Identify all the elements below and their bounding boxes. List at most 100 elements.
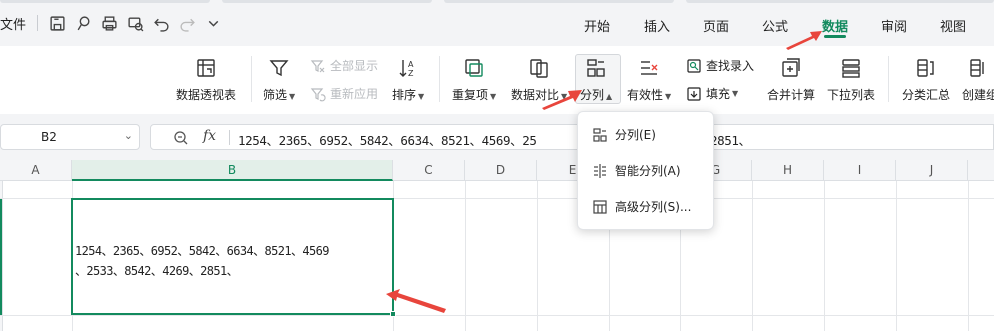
menu-bar: 文件 开始 插入 页面 公式 数据 审阅 视图: [0, 0, 994, 46]
menu-item-split-label: 分列(E): [615, 128, 656, 142]
ribbon-divider: [439, 56, 440, 102]
show-all-label: 全部显示: [330, 59, 379, 73]
chevron-down-icon[interactable]: [203, 13, 223, 33]
duplicates-label: 重复项: [452, 88, 489, 102]
consolidate-button[interactable]: 合并计算: [767, 55, 815, 103]
row-header-selected[interactable]: [0, 199, 3, 316]
find-entry-label: 查找录入: [706, 59, 755, 73]
spreadsheet-grid[interactable]: A B C D E F G H I J 1254、2365、6952、5842、…: [0, 160, 994, 331]
dropdown-list-label: 下拉列表: [827, 88, 876, 102]
svg-text:A: A: [408, 60, 414, 69]
fill-button[interactable]: 填充 ▼: [686, 85, 738, 102]
export-icon[interactable]: [73, 13, 93, 33]
redo-icon[interactable]: [177, 13, 197, 33]
validity-button[interactable]: 有效性 ▼: [627, 55, 671, 103]
save-icon[interactable]: [47, 13, 67, 33]
ribbon-divider: [888, 56, 889, 102]
sort-icon: AZ: [395, 55, 421, 81]
show-all-icon: [310, 59, 325, 72]
column-header-k[interactable]: [968, 160, 994, 181]
validity-label: 有效性: [627, 88, 664, 102]
tab-home[interactable]: 开始: [584, 16, 610, 35]
sort-button[interactable]: AZ 排序 ▼: [392, 55, 424, 103]
filter-button[interactable]: 筛选 ▼: [263, 55, 295, 103]
duplicates-button[interactable]: 重复项 ▼: [452, 55, 496, 103]
create-group-button[interactable]: 创建组: [962, 55, 994, 103]
menu-item-smart-split-label: 智能分列(A): [615, 164, 681, 178]
column-header-c[interactable]: C: [393, 160, 465, 181]
validity-icon: [636, 55, 662, 81]
filter-label: 筛选: [263, 88, 288, 102]
create-group-label: 创建组: [962, 88, 994, 102]
menu-item-advanced-split-label: 高级分列(S)...: [615, 200, 692, 214]
selected-cell-b2[interactable]: 1254、2365、6952、5842、6634、8521、4569 、2533…: [71, 198, 396, 317]
fill-icon: [687, 86, 701, 101]
fill-label: 填充: [706, 87, 731, 101]
column-header-a[interactable]: A: [0, 160, 72, 181]
formula-input[interactable]: fx 1254、2365、6952、5842、6634、8521、4569、25…: [150, 124, 994, 150]
formula-value: 1254、2365、6952、5842、6634、8521、4569、25: [238, 133, 537, 148]
formula-value-tail: 2851、: [710, 133, 751, 148]
split-column-button[interactable]: 分列 ▲: [580, 55, 612, 103]
reapply-label: 重新应用: [330, 87, 379, 101]
subtotal-icon: [913, 55, 939, 81]
name-box-value: B2: [41, 130, 57, 144]
tab-review[interactable]: 审阅: [881, 16, 907, 35]
cell-b2-line1: 1254、2365、6952、5842、6634、8521、4569: [75, 244, 329, 258]
column-header-h[interactable]: H: [752, 160, 824, 181]
reapply-button[interactable]: 重新应用: [310, 85, 378, 102]
grid-line: [537, 181, 538, 331]
pivot-table-label: 数据透视表: [176, 88, 237, 102]
dropdown-list-icon: [838, 55, 864, 81]
menu-item-advanced-split[interactable]: 高级分列(S)...: [592, 198, 691, 215]
pivot-table-button[interactable]: 数据透视表: [176, 55, 236, 103]
consolidate-icon: [778, 55, 804, 81]
tab-data[interactable]: 数据: [822, 16, 848, 38]
tab-view[interactable]: 视图: [940, 16, 966, 35]
zoom-icon[interactable]: [173, 130, 189, 146]
tab-page[interactable]: 页面: [703, 16, 729, 35]
subtotal-label: 分类汇总: [902, 88, 951, 102]
grid-line: [896, 181, 897, 331]
column-header-d[interactable]: D: [465, 160, 537, 181]
fx-icon[interactable]: fx: [203, 128, 216, 144]
find-entry-icon: [687, 58, 701, 73]
reapply-icon: [310, 87, 326, 101]
toolbar-divider: [37, 15, 38, 31]
annotation-arrow-cell: [386, 289, 446, 313]
svg-text:Z: Z: [408, 69, 414, 78]
print-preview-icon[interactable]: [125, 13, 145, 33]
tab-insert[interactable]: 插入: [644, 16, 670, 35]
menu-item-split[interactable]: 分列(E): [592, 126, 656, 143]
grid-line: [968, 181, 969, 331]
dropdown-list-button[interactable]: 下拉列表: [827, 55, 875, 103]
grid-line: [0, 315, 994, 316]
filter-icon: [266, 55, 292, 81]
formula-divider: [229, 130, 230, 145]
consolidate-label: 合并计算: [767, 88, 816, 102]
chevron-down-icon[interactable]: ⌄: [124, 129, 133, 142]
name-box[interactable]: B2 ⌄: [0, 124, 140, 150]
undo-icon[interactable]: [151, 13, 171, 33]
grid-line: [824, 181, 825, 331]
print-icon[interactable]: [99, 13, 119, 33]
subtotal-button[interactable]: 分类汇总: [902, 55, 950, 103]
cell-b2-line2: 、2533、8542、4269、2851、: [75, 264, 239, 278]
column-header-j[interactable]: J: [896, 160, 968, 181]
split-icon: [593, 127, 607, 142]
file-menu[interactable]: 文件: [0, 14, 26, 33]
column-header-i[interactable]: I: [824, 160, 896, 181]
formula-bar-area: B2 ⌄ fx 1254、2365、6952、5842、6634、8521、45…: [0, 114, 994, 160]
column-header-b[interactable]: B: [72, 160, 393, 181]
find-entry-button[interactable]: 查找录入: [686, 57, 754, 74]
create-group-icon: [966, 55, 992, 81]
smart-split-icon: [594, 163, 606, 178]
duplicates-icon: [461, 55, 487, 81]
menu-item-smart-split[interactable]: 智能分列(A): [592, 162, 681, 179]
document-tab-strip: [0, 0, 994, 3]
show-all-button[interactable]: 全部显示: [310, 57, 378, 74]
annotation-arrow-data-tab: [786, 31, 822, 50]
split-column-icon: [583, 55, 609, 81]
grid-line: [465, 181, 466, 331]
sort-label: 排序: [392, 88, 417, 102]
